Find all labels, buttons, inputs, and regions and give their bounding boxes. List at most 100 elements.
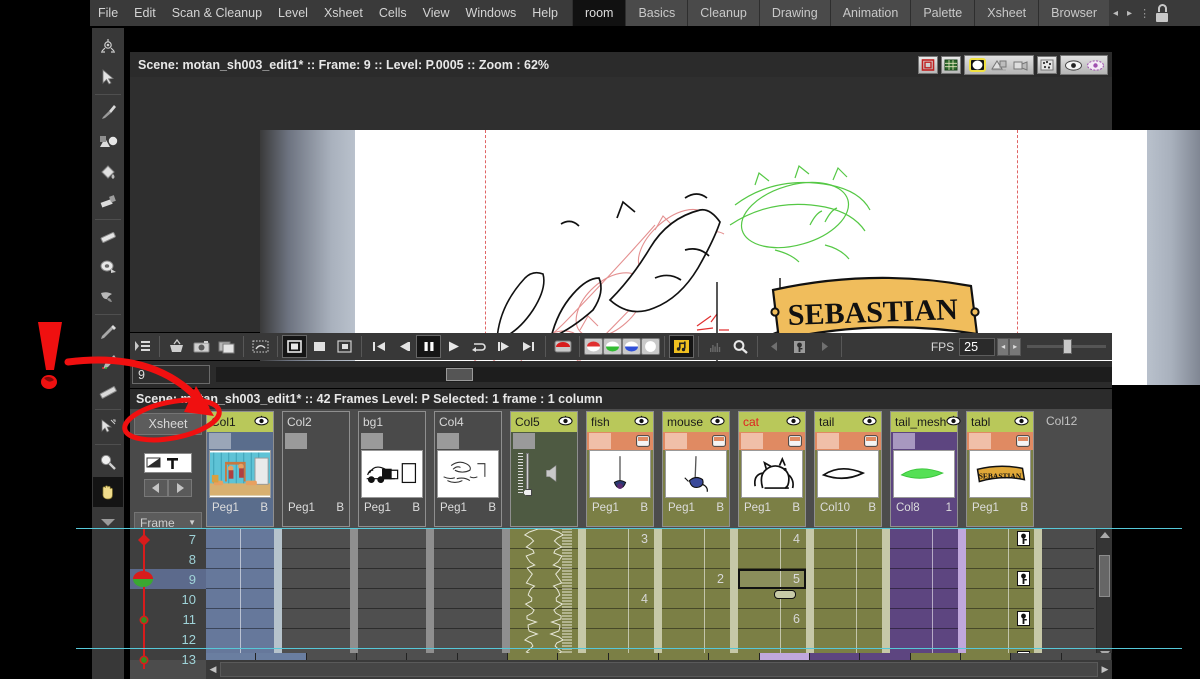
first-frame-icon[interactable]: [366, 335, 391, 358]
frame-row-12[interactable]: 12: [130, 629, 206, 649]
cell[interactable]: [966, 569, 1034, 589]
column-filter-icon[interactable]: [712, 435, 726, 447]
cell[interactable]: [434, 529, 502, 549]
column-header-tail[interactable]: tail Col10B: [814, 411, 882, 527]
cell-column-tail_mesh[interactable]: [890, 529, 958, 660]
column-header-cat[interactable]: cat Peg1B: [738, 411, 806, 527]
cell[interactable]: [358, 609, 426, 629]
column-footer[interactable]: Peg1B: [967, 498, 1033, 518]
cell[interactable]: [282, 569, 350, 589]
hand-tool[interactable]: [93, 477, 123, 507]
onion-marker-diamond-red[interactable]: [135, 533, 153, 547]
column-footer[interactable]: Col10B: [815, 498, 881, 518]
cell[interactable]: [358, 569, 426, 589]
green-channel-icon[interactable]: [603, 338, 622, 355]
cell[interactable]: [890, 549, 958, 569]
play-icon[interactable]: [441, 335, 466, 358]
column-thumbnail-toggle[interactable]: [589, 433, 611, 449]
cell[interactable]: [434, 569, 502, 589]
cell-column-tabl[interactable]: [966, 529, 1034, 660]
column-filter-icon[interactable]: [636, 435, 650, 447]
room-tab-room[interactable]: room: [572, 0, 625, 26]
key-icon[interactable]: [787, 335, 812, 358]
frame-row-10[interactable]: 10: [130, 589, 206, 609]
column-preview-eye-icon[interactable]: [634, 415, 649, 429]
frame-row-8[interactable]: 8: [130, 549, 206, 569]
menu-view[interactable]: View: [415, 0, 458, 26]
cell[interactable]: 4: [586, 589, 654, 609]
column-filter-icon[interactable]: [864, 435, 878, 447]
column-footer[interactable]: Peg1B: [739, 498, 805, 518]
onion-marker-dot-green[interactable]: [135, 613, 153, 627]
room-tab-basics[interactable]: Basics: [625, 0, 687, 26]
cell[interactable]: [890, 529, 958, 549]
menu-file[interactable]: File: [90, 0, 126, 26]
column-filter-icon[interactable]: [788, 435, 802, 447]
column-header-bg1[interactable]: bg1 Peg1B: [358, 411, 426, 527]
snapshot-icon[interactable]: [189, 335, 214, 358]
column-footer[interactable]: Col81: [891, 498, 957, 518]
column-filter-icon[interactable]: [1016, 435, 1030, 447]
cell-column-col4[interactable]: [434, 529, 502, 660]
cell[interactable]: [358, 529, 426, 549]
field-guide-icon[interactable]: [941, 56, 961, 74]
eraser-tool[interactable]: [93, 222, 123, 252]
column-preview-eye-icon[interactable]: [558, 415, 573, 429]
selection-tool[interactable]: [93, 62, 123, 92]
next-frame-icon[interactable]: [491, 335, 516, 358]
column-sound-controls[interactable]: [513, 450, 575, 498]
column-header-tabl[interactable]: tabl SEBASTIANPeg1B: [966, 411, 1034, 527]
menu-help[interactable]: Help: [524, 0, 566, 26]
column-thumbnail[interactable]: [817, 450, 879, 498]
cell[interactable]: [890, 609, 958, 629]
room-tab-animation[interactable]: Animation: [830, 0, 911, 26]
cell[interactable]: [358, 549, 426, 569]
column-header-col5[interactable]: Col5: [510, 411, 578, 527]
column-name-row[interactable]: Col4: [435, 412, 501, 432]
cell[interactable]: 2: [662, 569, 730, 589]
column-name-row[interactable]: Col1: [207, 412, 273, 432]
column-thumbnail[interactable]: SEBASTIAN: [969, 450, 1031, 498]
geometric-tool[interactable]: [93, 127, 123, 157]
xsheet-cell-grid[interactable]: 345214569: [206, 529, 1094, 660]
room-tab-cleanup[interactable]: Cleanup: [687, 0, 759, 26]
column-footer[interactable]: Peg1B: [207, 498, 273, 518]
column-preview-eye-icon[interactable]: [946, 415, 961, 429]
hscroll-left-icon[interactable]: ◀: [206, 661, 220, 678]
next-key-icon[interactable]: [812, 335, 837, 358]
cell[interactable]: [890, 569, 958, 589]
key-frame-icon[interactable]: [1017, 611, 1030, 629]
column-thumbnail-toggle[interactable]: [969, 433, 991, 449]
cell[interactable]: [814, 609, 882, 629]
column-name-row[interactable]: tail: [815, 412, 881, 432]
menu-scan-cleanup[interactable]: Scan & Cleanup: [164, 0, 270, 26]
column-preview-eye-icon[interactable]: [862, 415, 877, 429]
fps-slider[interactable]: [1027, 345, 1106, 348]
magnifier-icon[interactable]: [728, 335, 753, 358]
xsheet-button[interactable]: Xsheet: [134, 413, 202, 435]
cell[interactable]: [434, 589, 502, 609]
cell[interactable]: [814, 549, 882, 569]
column-name-row[interactable]: Col2: [283, 412, 349, 432]
fps-stepper[interactable]: ◂ ▸: [997, 338, 1021, 356]
compare-icon[interactable]: [214, 335, 239, 358]
column-header-tail_mesh[interactable]: tail_mesh Col81: [890, 411, 958, 527]
cell-column-tail[interactable]: [814, 529, 882, 660]
xsheet-vertical-scrollbar[interactable]: [1096, 529, 1112, 660]
pause-icon[interactable]: [416, 335, 441, 358]
cell[interactable]: [814, 589, 882, 609]
hscroll-right-icon[interactable]: ▶: [1098, 661, 1112, 678]
menu-edit[interactable]: Edit: [126, 0, 164, 26]
safe-area-icon[interactable]: [918, 56, 938, 74]
red-channel-icon[interactable]: [584, 338, 603, 355]
cell[interactable]: [890, 629, 958, 649]
cell[interactable]: [510, 589, 578, 609]
cell[interactable]: [966, 609, 1034, 629]
cell[interactable]: [966, 529, 1034, 549]
key-frame-icon[interactable]: [1017, 531, 1030, 549]
cell[interactable]: [586, 549, 654, 569]
room-tab-drawing[interactable]: Drawing: [759, 0, 830, 26]
cell[interactable]: [282, 629, 350, 649]
histogram-icon[interactable]: [248, 335, 273, 358]
cell[interactable]: [586, 569, 654, 589]
